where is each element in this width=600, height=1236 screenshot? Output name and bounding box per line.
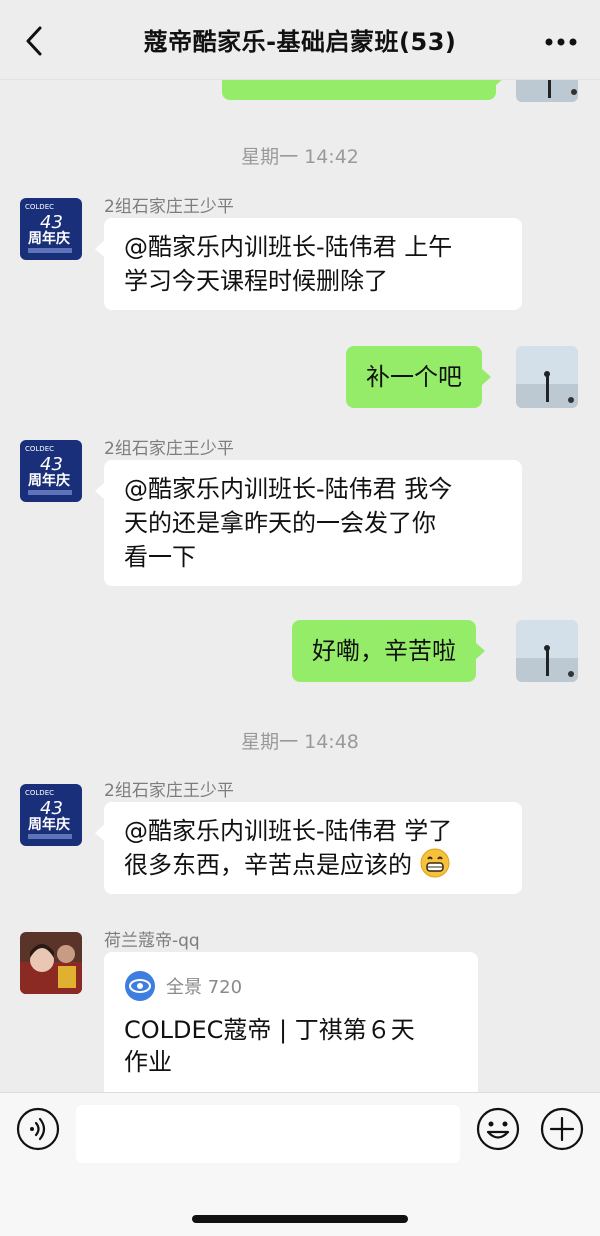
svg-text:周年庆: 周年庆 (28, 472, 70, 489)
chat-area[interactable]: 星期一 14:42 COLDEC 43 周年庆 2组石家庄王少平 @酷家乐内训班… (0, 0, 600, 1092)
message-bubble-incoming[interactable]: @酷家乐内训班长-陆伟君 我今 天的还是拿昨天的一会发了你 看一下 (95, 460, 522, 586)
my-avatar[interactable] (516, 346, 578, 408)
sender-avatar[interactable]: COLDEC 43 周年庆 (20, 784, 82, 846)
my-avatar[interactable] (516, 620, 578, 682)
svg-text:COLDEC: COLDEC (25, 789, 54, 797)
timestamp: 星期一 14:48 (241, 731, 359, 753)
card-source: 全景 720 (124, 970, 458, 1002)
anniversary-avatar-image: COLDEC 43 周年庆 (20, 440, 82, 502)
smiley-icon (476, 1107, 520, 1151)
sender-avatar[interactable]: COLDEC 43 周年庆 (20, 198, 82, 260)
sender-name: 2组石家庄王少平 (104, 781, 234, 801)
chat-header: 蔻帝酷家乐-基础启蒙班(53) (0, 0, 600, 80)
sender-name: 荷兰蔻帝-qq (104, 931, 200, 951)
message-bubble-incoming[interactable]: @酷家乐内训班长-陆伟君 学了 很多东西，辛苦点是应该的 (95, 802, 522, 894)
chevron-left-icon (26, 26, 42, 56)
emoji-button[interactable] (476, 1107, 520, 1151)
message-bubble-incoming[interactable]: @酷家乐内训班长-陆伟君 上午 学习今天课程时候删除了 (95, 218, 522, 310)
sender-avatar[interactable] (20, 932, 82, 994)
anniversary-avatar-image: COLDEC 43 周年庆 (20, 784, 82, 846)
panorama-720-icon (125, 971, 155, 1001)
voice-icon (16, 1107, 60, 1151)
chat-title: 蔻帝酷家乐-基础启蒙班(53) (143, 28, 457, 56)
more-dots-icon (545, 38, 577, 46)
self-avatar-image (516, 346, 578, 408)
more-functions-button[interactable] (540, 1107, 584, 1151)
timestamp: 星期一 14:42 (241, 146, 359, 168)
more-options-button[interactable] (544, 34, 578, 48)
svg-text:43: 43 (40, 212, 63, 233)
svg-text:43: 43 (40, 454, 63, 475)
home-indicator[interactable] (192, 1215, 408, 1223)
svg-text:43: 43 (40, 798, 63, 819)
sender-avatar[interactable]: COLDEC 43 周年庆 (20, 440, 82, 502)
svg-text:COLDEC: COLDEC (25, 203, 54, 211)
svg-text:COLDEC: COLDEC (25, 445, 54, 453)
plus-icon (540, 1107, 584, 1151)
message-bubble-outgoing[interactable]: 好嘞，辛苦啦 (292, 620, 485, 682)
svg-text:周年庆: 周年庆 (28, 230, 70, 247)
sender-name: 2组石家庄王少平 (104, 439, 234, 459)
svg-text:周年庆: 周年庆 (28, 816, 70, 833)
photo-avatar-image (20, 932, 82, 994)
anniversary-avatar-image: COLDEC 43 周年庆 (20, 198, 82, 260)
input-bar (0, 1092, 600, 1236)
link-card[interactable]: 全景 720 COLDEC蔻帝 | 丁祺第６天 作业 (104, 952, 478, 1092)
message-input[interactable] (76, 1105, 460, 1163)
grinning-emoji-icon (420, 848, 450, 878)
back-button[interactable] (20, 24, 50, 58)
message-bubble-outgoing[interactable]: 补一个吧 (346, 346, 491, 408)
self-avatar-image (516, 620, 578, 682)
sender-name: 2组石家庄王少平 (104, 197, 234, 217)
card-title: COLDEC蔻帝 | 丁祺第６天 作业 (124, 1016, 415, 1076)
voice-button[interactable] (16, 1107, 60, 1151)
